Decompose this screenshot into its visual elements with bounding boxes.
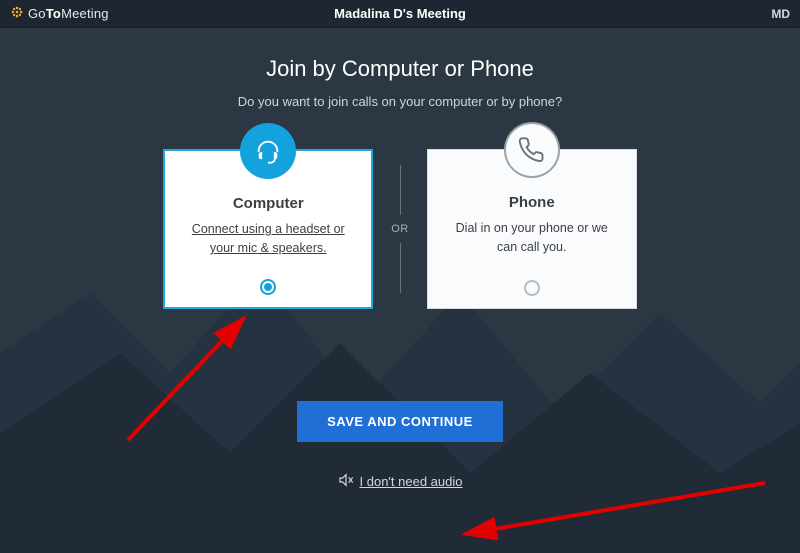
option-card-computer[interactable]: Computer Connect using a headset or your…: [163, 149, 373, 309]
header-bar: GoToMeeting Madalina D's Meeting MD: [0, 0, 800, 28]
logo-part-to: To: [46, 6, 61, 21]
option-title-phone: Phone: [446, 194, 618, 211]
main-content: Join by Computer or Phone Do you want to…: [0, 28, 800, 493]
meeting-title: Madalina D's Meeting: [0, 6, 800, 21]
or-label: OR: [391, 223, 409, 235]
save-and-continue-button[interactable]: SAVE AND CONTINUE: [297, 401, 503, 442]
app-name: GoToMeeting: [28, 6, 109, 21]
separator-line-top: [400, 165, 401, 215]
no-audio-link[interactable]: I don't need audio: [338, 472, 463, 491]
radio-computer[interactable]: [260, 279, 276, 295]
page-subtitle: Do you want to join calls on your comput…: [0, 94, 800, 109]
no-audio-text[interactable]: I don't need audio: [360, 474, 463, 489]
mute-icon: [338, 472, 354, 491]
audio-option-cards: Computer Connect using a headset or your…: [0, 149, 800, 309]
flower-icon: [10, 5, 24, 22]
option-title-computer: Computer: [183, 195, 353, 212]
option-card-phone[interactable]: Phone Dial in on your phone or we can ca…: [427, 149, 637, 309]
or-separator: OR: [391, 165, 409, 293]
app-logo: GoToMeeting: [10, 5, 109, 22]
phone-icon: [504, 122, 560, 178]
headset-icon: [240, 123, 296, 179]
logo-part-go: Go: [28, 6, 46, 21]
logo-part-meeting: Meeting: [61, 6, 109, 21]
page-title: Join by Computer or Phone: [0, 56, 800, 82]
header-right: MD: [771, 7, 790, 21]
separator-line-bottom: [400, 243, 401, 293]
option-desc-computer[interactable]: Connect using a headset or your mic & sp…: [183, 220, 353, 259]
user-initials[interactable]: MD: [771, 7, 790, 21]
radio-phone[interactable]: [524, 280, 540, 296]
option-desc-phone: Dial in on your phone or we can call you…: [446, 219, 618, 258]
